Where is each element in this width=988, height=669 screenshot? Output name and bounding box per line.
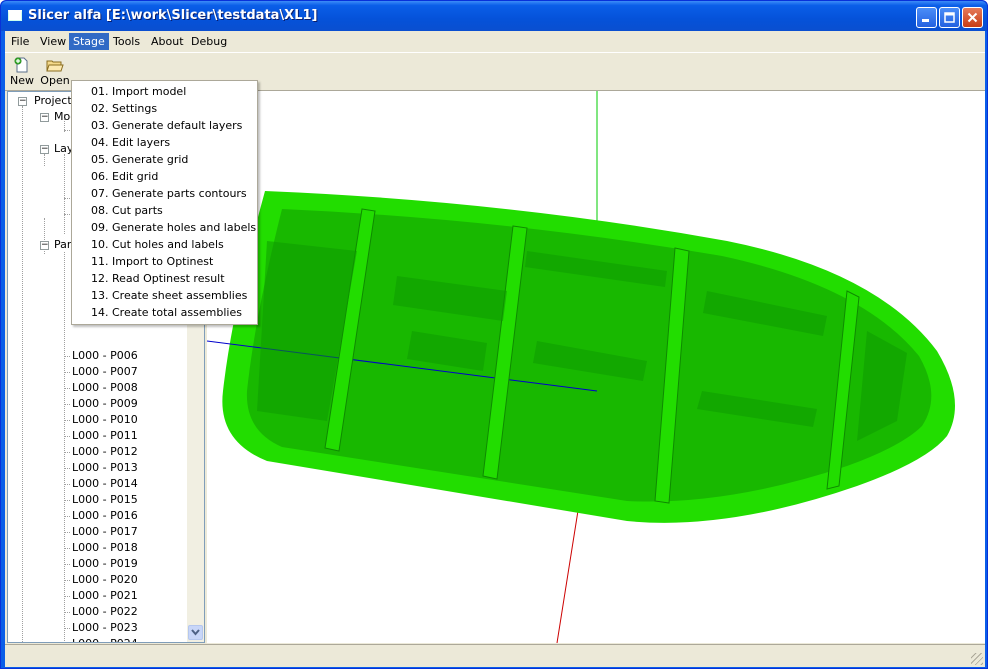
tree-node-part[interactable]: L000 - P014 (72, 476, 138, 492)
tree-guide-line (64, 388, 70, 389)
tree-guide-line (64, 468, 70, 469)
stage-menu-item[interactable]: 09. Generate holes and labels (73, 219, 256, 236)
tree-guide-line (64, 372, 70, 373)
stage-menu-item[interactable]: 08. Cut parts (73, 202, 256, 219)
scroll-down-button[interactable] (188, 625, 203, 640)
app-window: Slicer alfa [E:\work\Slicer\testdata\XL1… (0, 0, 988, 669)
collapse-icon[interactable]: − (40, 241, 49, 250)
new-document-icon (14, 57, 28, 73)
window-title: Slicer alfa [E:\work\Slicer\testdata\XL1… (28, 8, 318, 23)
collapse-icon[interactable]: − (40, 113, 49, 122)
tree-node-part[interactable]: L000 - P010 (72, 412, 138, 428)
menu-file[interactable]: File (7, 33, 33, 50)
menu-view[interactable]: View (36, 33, 70, 50)
tree-node-part[interactable]: L000 - P017 (72, 524, 138, 540)
chevron-down-icon (191, 629, 200, 636)
tree-node-part[interactable]: L000 - P021 (72, 588, 138, 604)
tree-node-part[interactable]: L000 - P019 (72, 556, 138, 572)
tree-node-part[interactable]: L000 - P013 (72, 460, 138, 476)
model-view (207, 91, 955, 643)
open-label: Open (40, 74, 70, 87)
stage-menu-item[interactable]: 12. Read Optinest result (73, 270, 256, 287)
tree-guide-line (64, 532, 70, 533)
tree-guide-line (22, 106, 23, 642)
tree-guide-line (44, 154, 45, 166)
tree-guide-line (64, 580, 70, 581)
collapse-icon[interactable]: − (40, 145, 49, 154)
menu-tools[interactable]: Tools (109, 33, 144, 50)
tree-guide-line (64, 452, 70, 453)
tree-node-part[interactable]: L000 - P018 (72, 540, 138, 556)
stage-menu-item[interactable]: 04. Edit layers (73, 134, 256, 151)
menu-debug[interactable]: Debug (187, 33, 231, 50)
close-button[interactable] (962, 7, 983, 28)
stage-menu-dropdown: 01. Import model 02. Settings 03. Generate… (71, 80, 258, 325)
new-button[interactable]: New (5, 55, 39, 89)
tree-guide-line (64, 516, 70, 517)
tree-node-label: Par (54, 238, 72, 251)
collapse-icon[interactable]: − (18, 97, 27, 106)
title-bar[interactable]: Slicer alfa [E:\work\Slicer\testdata\XL1… (1, 1, 987, 31)
stage-menu-item[interactable]: 07. Generate parts contours (73, 185, 256, 202)
menu-bar: File View Stage Tools About Debug (5, 31, 985, 51)
maximize-button[interactable] (939, 7, 960, 28)
stage-menu-item[interactable]: 02. Settings (73, 100, 256, 117)
app-icon (8, 10, 22, 21)
stage-menu-item[interactable]: 01. Import model (73, 83, 256, 100)
stage-menu-item[interactable]: 03. Generate default layers (73, 117, 256, 134)
stage-menu-item[interactable]: 11. Import to Optinest (73, 253, 256, 270)
tree-node-label: Project (34, 94, 72, 107)
tree-guide-line (64, 252, 65, 642)
stage-menu-item[interactable]: 14. Create total assemblies (73, 304, 256, 321)
tree-guide-line (64, 154, 65, 234)
tree-node-part[interactable]: L000 - P012 (72, 444, 138, 460)
status-bar (5, 644, 985, 667)
tree-node-part[interactable]: L000 - P022 (72, 604, 138, 620)
tree-guide-line (64, 420, 70, 421)
tree-guide-line (64, 548, 70, 549)
maximize-icon (944, 12, 955, 23)
tree-guide-line (64, 484, 70, 485)
tree-guide-line (64, 628, 70, 629)
tree-node-part[interactable]: L000 - P007 (72, 364, 138, 380)
new-label: New (10, 74, 34, 87)
tree-guide-line (64, 500, 70, 501)
tree-node-part[interactable]: L000 - P016 (72, 508, 138, 524)
minimize-icon (922, 19, 929, 22)
menu-stage[interactable]: Stage (69, 33, 109, 50)
open-button[interactable]: Open (38, 55, 72, 89)
tree-node-part[interactable]: L000 - P024 (72, 636, 138, 642)
resize-grip-icon[interactable] (971, 653, 983, 665)
close-icon (967, 12, 978, 23)
tree-guide-line (64, 564, 70, 565)
tree-node-part[interactable]: L000 - P020 (72, 572, 138, 588)
stage-menu-item[interactable]: 05. Generate grid (73, 151, 256, 168)
tree-guide-line (64, 612, 70, 613)
stage-menu-item[interactable]: 06. Edit grid (73, 168, 256, 185)
client-area: File View Stage Tools About Debug New Op… (5, 31, 985, 667)
tree-guide-line (64, 356, 70, 357)
tree-node-part[interactable]: L000 - P008 (72, 380, 138, 396)
tree-node-part[interactable]: L000 - P011 (72, 428, 138, 444)
open-folder-icon (46, 60, 64, 72)
tree-guide-line (64, 436, 70, 437)
menu-about[interactable]: About (147, 33, 188, 50)
tree-node-part[interactable]: L000 - P023 (72, 620, 138, 636)
tree-guide-line (64, 404, 70, 405)
tree-node-part[interactable]: L000 - P015 (72, 492, 138, 508)
stage-menu-item[interactable]: 10. Cut holes and labels (73, 236, 256, 253)
3d-viewport[interactable] (207, 91, 985, 643)
tree-node-part[interactable]: L000 - P006 (72, 348, 138, 364)
minimize-button[interactable] (916, 7, 937, 28)
stage-menu-item[interactable]: 13. Create sheet assemblies (73, 287, 256, 304)
tree-guide-line (64, 596, 70, 597)
tree-node-part[interactable]: L000 - P009 (72, 396, 138, 412)
